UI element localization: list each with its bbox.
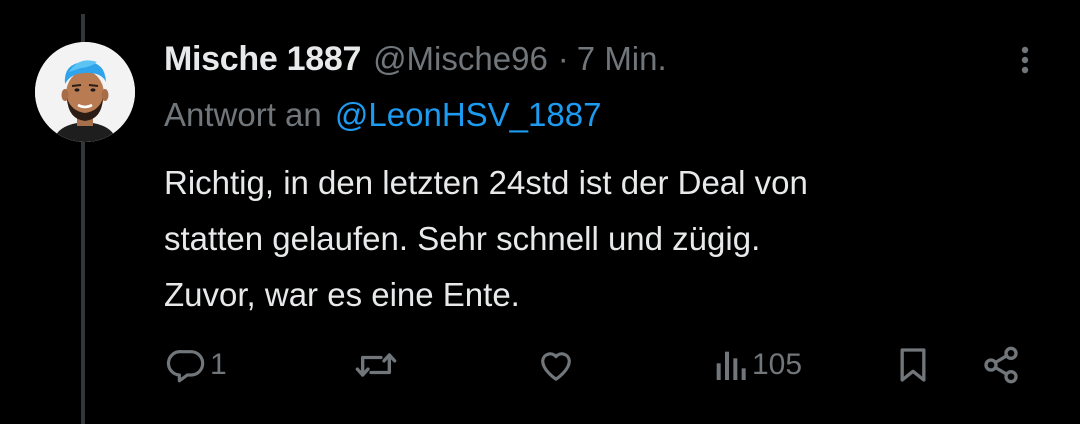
bookmark-button[interactable] — [893, 340, 933, 390]
more-options-button[interactable] — [1010, 42, 1040, 78]
tweet-header: Mische 1887 @Mische96 · 7 Min. — [164, 38, 667, 80]
display-name[interactable]: Mische 1887 — [164, 40, 361, 79]
timestamp[interactable]: 7 Min. — [577, 40, 667, 78]
avatar[interactable] — [35, 42, 135, 142]
tweet-text-line: statten gelaufen. Sehr schnell und zügig… — [164, 220, 761, 257]
reply-button[interactable]: 1 — [166, 340, 227, 390]
share-icon — [984, 346, 1018, 384]
like-button[interactable] — [535, 340, 581, 390]
bookmark-icon — [900, 348, 926, 382]
action-bar: 1 105 — [0, 340, 1080, 390]
reply-prefix: Antwort an — [164, 96, 322, 133]
reply-context: Antwort an @LeonHSV_1887 — [164, 94, 601, 136]
tweet-text-line: Zuvor, war es eine Ente. — [164, 276, 520, 313]
avatar-image — [35, 42, 135, 142]
retweet-icon — [355, 353, 397, 377]
separator-dot: · — [557, 40, 569, 77]
reply-mention-link[interactable]: @LeonHSV_1887 — [335, 96, 602, 133]
heart-icon — [541, 352, 571, 381]
tweet-text: Richtig, in den letzten 24std ist der De… — [164, 155, 1044, 323]
views-count: 105 — [752, 348, 803, 381]
tweet-text-line: Richtig, in den letzten 24std ist der De… — [164, 164, 808, 201]
user-handle[interactable]: @Mische96 — [373, 40, 548, 78]
share-button[interactable] — [980, 340, 1022, 390]
views-button[interactable]: 105 — [712, 340, 802, 390]
views-bars-icon — [716, 351, 746, 380]
reply-bubble-icon — [166, 350, 205, 383]
reply-count: 1 — [210, 348, 227, 381]
more-dots-icon — [1021, 46, 1029, 74]
retweet-button[interactable] — [354, 340, 402, 390]
